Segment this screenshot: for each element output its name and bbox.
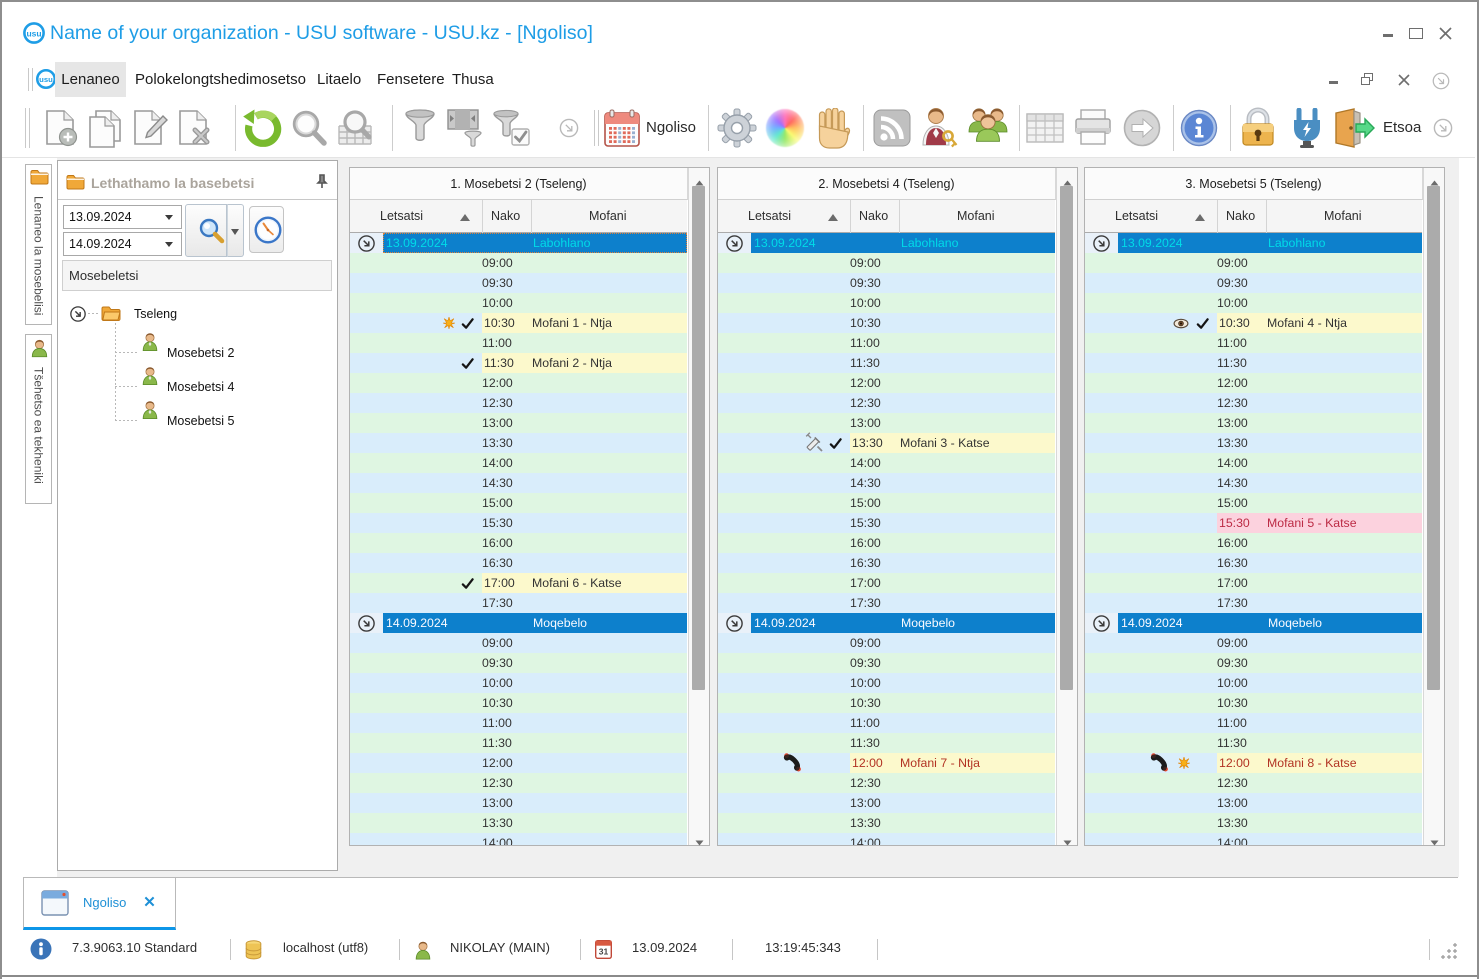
svg-text:usu: usu bbox=[39, 75, 53, 84]
svg-text:usu: usu bbox=[26, 29, 41, 39]
svg-text:31: 31 bbox=[599, 947, 609, 957]
